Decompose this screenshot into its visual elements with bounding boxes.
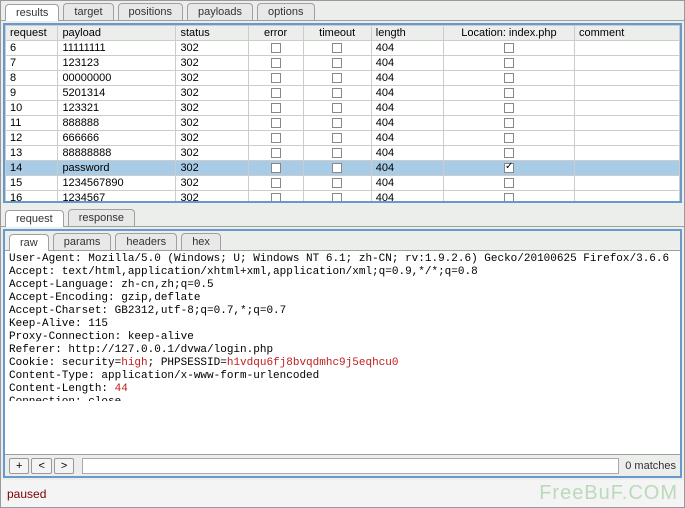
location-checkbox[interactable] — [504, 58, 514, 68]
tab-headers[interactable]: headers — [115, 233, 177, 250]
search-input[interactable] — [82, 458, 619, 474]
tab-target[interactable]: target — [63, 3, 113, 20]
cookie-security-value: high — [121, 357, 147, 369]
bottom-toolbar: + < > 0 matches — [5, 454, 680, 476]
tab-request[interactable]: request — [5, 210, 64, 227]
table-row[interactable]: 7123123302404 — [6, 56, 680, 71]
match-count: 0 matches — [625, 460, 676, 472]
table-row[interactable]: 611111111302404 — [6, 41, 680, 56]
timeout-checkbox[interactable] — [332, 58, 342, 68]
main-tab-bar: results target positions payloads option… — [1, 1, 684, 21]
timeout-checkbox[interactable] — [332, 103, 342, 113]
prev-button[interactable]: < — [31, 458, 51, 474]
timeout-checkbox[interactable] — [332, 148, 342, 158]
error-checkbox[interactable] — [271, 133, 281, 143]
error-checkbox[interactable] — [271, 193, 281, 201]
table-row[interactable]: 12666666302404 — [6, 131, 680, 146]
results-table-scroll[interactable]: request payload status error timeout len… — [5, 25, 680, 201]
tab-options[interactable]: options — [257, 3, 314, 20]
col-comment[interactable]: comment — [575, 26, 680, 41]
table-row[interactable]: 161234567302404 — [6, 191, 680, 202]
results-table: request payload status error timeout len… — [5, 25, 680, 201]
timeout-checkbox[interactable] — [332, 133, 342, 143]
error-checkbox[interactable] — [271, 88, 281, 98]
timeout-checkbox[interactable] — [332, 163, 342, 173]
col-timeout[interactable]: timeout — [303, 26, 371, 41]
col-status[interactable]: status — [176, 26, 248, 41]
tab-response[interactable]: response — [68, 209, 135, 226]
col-error[interactable]: error — [248, 26, 303, 41]
error-checkbox[interactable] — [271, 73, 281, 83]
location-checkbox[interactable] — [504, 148, 514, 158]
location-checkbox[interactable] — [504, 193, 514, 201]
table-row[interactable]: 800000000302404 — [6, 71, 680, 86]
request-panel: raw params headers hex User-Agent: Mozil… — [3, 229, 682, 478]
error-checkbox[interactable] — [271, 103, 281, 113]
table-row[interactable]: 1388888888302404 — [6, 146, 680, 161]
location-checkbox[interactable] — [504, 43, 514, 53]
location-checkbox[interactable] — [504, 163, 514, 173]
error-checkbox[interactable] — [271, 178, 281, 188]
next-button[interactable]: > — [54, 458, 74, 474]
location-checkbox[interactable] — [504, 73, 514, 83]
timeout-checkbox[interactable] — [332, 178, 342, 188]
tab-raw[interactable]: raw — [9, 234, 49, 251]
status-bar: paused FreeBuF.COM — [1, 480, 684, 507]
error-checkbox[interactable] — [271, 43, 281, 53]
cookie-sessid-value: h1vdqu6fj8bvqdmhc9j5eqhcu0 — [227, 357, 399, 369]
timeout-checkbox[interactable] — [332, 118, 342, 128]
watermark: FreeBuF.COM — [539, 482, 678, 505]
location-checkbox[interactable] — [504, 118, 514, 128]
results-table-panel: request payload status error timeout len… — [3, 23, 682, 203]
timeout-checkbox[interactable] — [332, 43, 342, 53]
timeout-checkbox[interactable] — [332, 73, 342, 83]
col-request[interactable]: request — [6, 26, 58, 41]
error-checkbox[interactable] — [271, 163, 281, 173]
location-checkbox[interactable] — [504, 103, 514, 113]
error-checkbox[interactable] — [271, 148, 281, 158]
timeout-checkbox[interactable] — [332, 193, 342, 201]
col-payload[interactable]: payload — [58, 26, 176, 41]
add-button[interactable]: + — [9, 458, 29, 474]
table-row[interactable]: 151234567890302404 — [6, 176, 680, 191]
table-row[interactable]: 14password302404 — [6, 161, 680, 176]
col-length[interactable]: length — [371, 26, 443, 41]
location-checkbox[interactable] — [504, 178, 514, 188]
raw-request-text[interactable]: User-Agent: Mozilla/5.0 (Windows; U; Win… — [5, 251, 680, 401]
error-checkbox[interactable] — [271, 118, 281, 128]
timeout-checkbox[interactable] — [332, 88, 342, 98]
location-checkbox[interactable] — [504, 133, 514, 143]
view-tab-bar: raw params headers hex — [5, 231, 680, 251]
tab-payloads[interactable]: payloads — [187, 3, 253, 20]
table-row[interactable]: 10123321302404 — [6, 101, 680, 116]
location-checkbox[interactable] — [504, 88, 514, 98]
results-tbody: 6111111113024047123123302404800000000302… — [6, 41, 680, 202]
table-row[interactable]: 11888888302404 — [6, 116, 680, 131]
request-body: User-Agent: Mozilla/5.0 (Windows; U; Win… — [5, 251, 680, 454]
tab-positions[interactable]: positions — [118, 3, 183, 20]
tab-results[interactable]: results — [5, 4, 59, 21]
error-checkbox[interactable] — [271, 58, 281, 68]
col-location[interactable]: Location: index.php — [443, 26, 574, 41]
content-length-value: 44 — [115, 383, 128, 395]
tab-hex[interactable]: hex — [181, 233, 221, 250]
table-row[interactable]: 95201314302404 — [6, 86, 680, 101]
status-paused: paused — [7, 487, 46, 501]
tab-params[interactable]: params — [53, 233, 112, 250]
detail-tab-bar: request response — [1, 207, 684, 227]
